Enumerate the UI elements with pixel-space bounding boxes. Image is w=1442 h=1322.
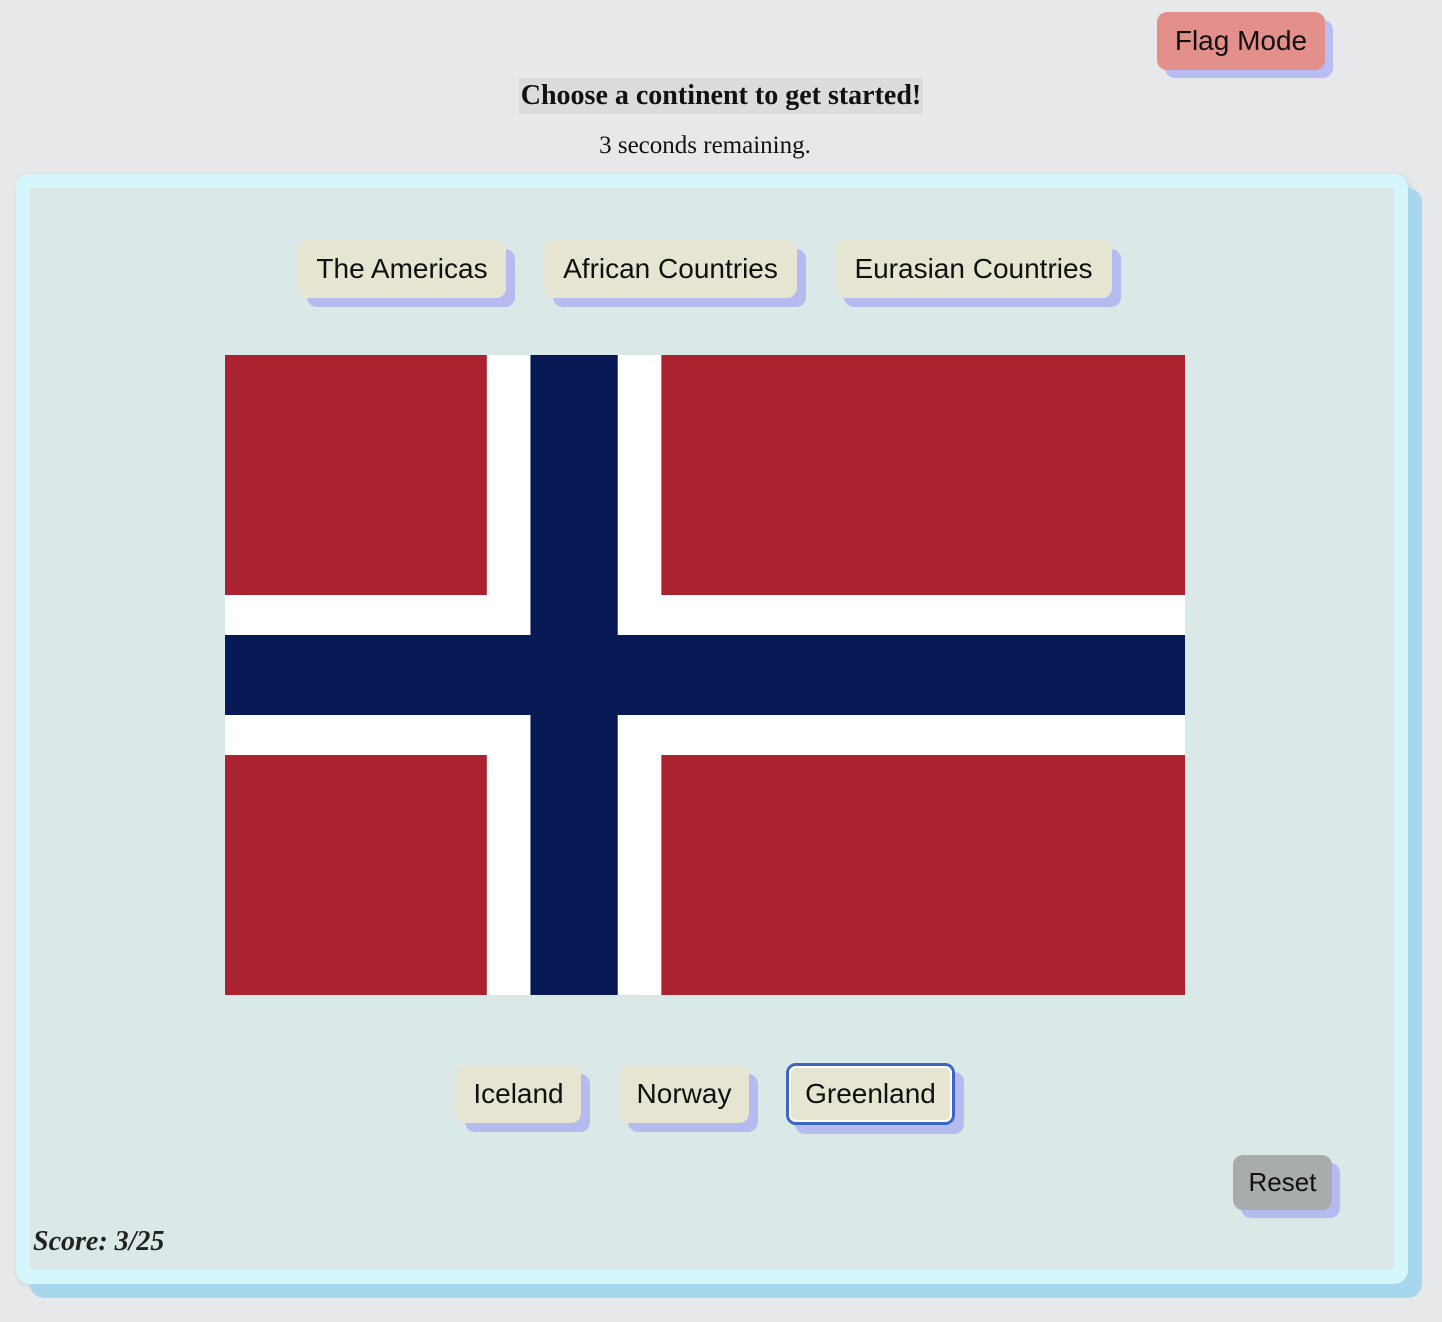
score-text: Score: 3/25 [33, 1226, 165, 1257]
continent-button-americas[interactable]: The Americas [298, 240, 506, 298]
norway-flag-image [225, 355, 1185, 995]
timer-text: 3 seconds remaining. [599, 132, 811, 159]
answer-button-greenland[interactable]: Greenland [786, 1063, 955, 1125]
answer-button-norway[interactable]: Norway [619, 1065, 749, 1123]
page-title-text: Choose a continent to get started! [518, 78, 924, 114]
flag-mode-button[interactable]: Flag Mode [1157, 12, 1325, 70]
page-title: Choose a continent to get started! [0, 78, 1442, 115]
reset-button[interactable]: Reset [1233, 1155, 1332, 1210]
flag-blue-horizontal [225, 635, 1185, 715]
answer-button-iceland[interactable]: Iceland [456, 1065, 581, 1123]
continent-button-eurasia[interactable]: Eurasian Countries [835, 240, 1112, 298]
continent-button-africa[interactable]: African Countries [544, 240, 797, 298]
